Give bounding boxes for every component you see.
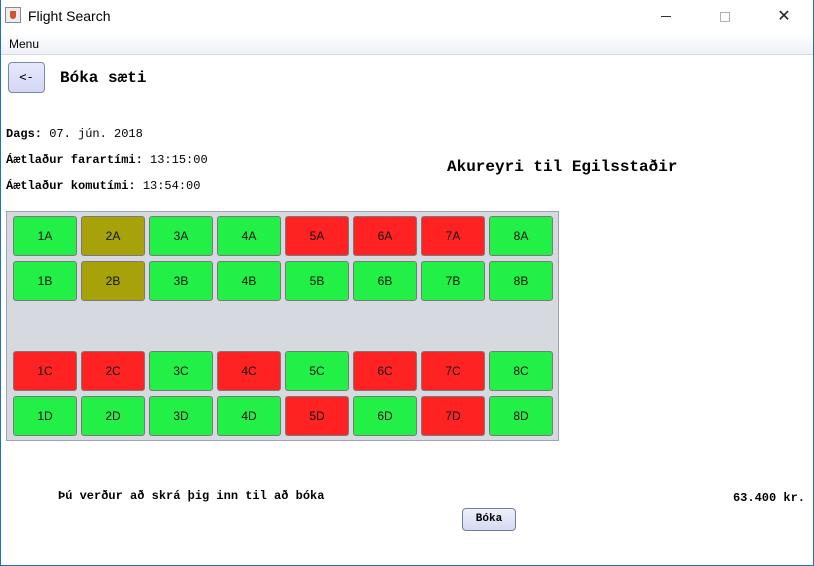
departure-value: 13:15:00 [150,153,208,167]
minimize-button[interactable] [643,0,689,31]
seat-2c[interactable]: 2C [81,351,145,391]
java-app-icon [5,7,21,23]
date-value: 07. jún. 2018 [49,127,143,141]
route-heading: Akureyri til Egilsstaðir [447,158,678,176]
page-title: Bóka sæti [60,69,147,87]
seat-7d[interactable]: 7D [421,396,485,436]
menu-item-menu[interactable]: Menu [9,37,39,51]
seat-4b[interactable]: 4B [217,261,281,301]
book-button[interactable]: Bóka [462,508,516,531]
date-row: Dags: 07. jún. 2018 [6,127,143,141]
seat-7a[interactable]: 7A [421,216,485,256]
seat-5a[interactable]: 5A [285,216,349,256]
seat-3a[interactable]: 3A [149,216,213,256]
date-label: Dags: [6,127,43,141]
arrival-label: Áætlaður komutími: [6,179,136,193]
window-title: Flight Search [28,8,111,24]
seat-2a[interactable]: 2A [81,216,145,256]
seat-1d[interactable]: 1D [13,396,77,436]
departure-row: Áætlaður farartími: 13:15:00 [6,153,208,167]
seat-3b[interactable]: 3B [149,261,213,301]
seat-1b[interactable]: 1B [13,261,77,301]
seat-8b[interactable]: 8B [489,261,553,301]
seat-7c[interactable]: 7C [421,351,485,391]
seat-8d[interactable]: 8D [489,396,553,436]
departure-label: Áætlaður farartími: [6,153,143,167]
seat-3d[interactable]: 3D [149,396,213,436]
seat-6a[interactable]: 6A [353,216,417,256]
seat-2d[interactable]: 2D [81,396,145,436]
app-window: Flight Search ✕ Menu <- Bóka sæti Dags: … [0,0,814,566]
seat-4a[interactable]: 4A [217,216,281,256]
seat-4d[interactable]: 4D [217,396,281,436]
maximize-button[interactable] [702,0,748,31]
seat-8c[interactable]: 8C [489,351,553,391]
close-icon: ✕ [777,6,791,25]
seat-5c[interactable]: 5C [285,351,349,391]
seat-5b[interactable]: 5B [285,261,349,301]
seat-6c[interactable]: 6C [353,351,417,391]
arrival-value: 13:54:00 [142,179,201,193]
maximize-icon [720,11,730,22]
title-bar: Flight Search ✕ [1,0,813,33]
close-button[interactable]: ✕ [761,0,807,31]
seat-8a[interactable]: 8A [489,216,553,256]
seat-6d[interactable]: 6D [353,396,417,436]
minimize-icon [661,16,671,17]
back-button[interactable]: <- [8,62,45,93]
seat-6b[interactable]: 6B [353,261,417,301]
seat-3c[interactable]: 3C [149,351,213,391]
seat-4c[interactable]: 4C [217,351,281,391]
menu-bar: Menu [1,33,813,55]
login-required-note: Þú verður að skrá þig inn til að bóka [58,489,325,503]
seat-1c[interactable]: 1C [13,351,77,391]
seat-5d[interactable]: 5D [285,396,349,436]
seat-2b[interactable]: 2B [81,261,145,301]
total-price: 63.400 kr. [732,491,805,505]
arrival-row: Áætlaður komutími: 13:54:00 [6,179,200,193]
seat-1a[interactable]: 1A [13,216,77,256]
seat-map: 1A 2A 3A 4A 5A 6A 7A 8A 1B 2B 3B 4B 5B 6B 7B 8B 1C 2C 3C 4C… [6,211,559,441]
seat-7b[interactable]: 7B [421,261,485,301]
